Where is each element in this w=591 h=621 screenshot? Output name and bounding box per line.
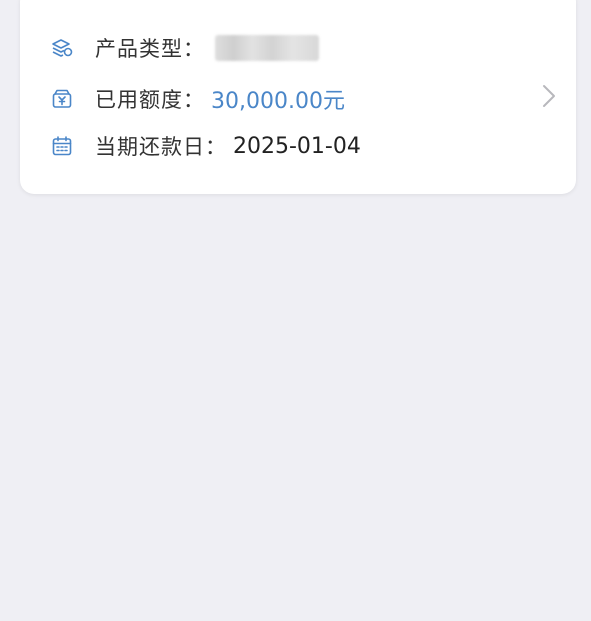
product-type-row: 产品类型：	[51, 31, 319, 65]
layers-coin-icon	[51, 37, 73, 59]
chevron-right-icon[interactable]	[538, 82, 560, 110]
product-type-label: 产品类型：	[95, 37, 205, 61]
due-date-value: 2025-01-04	[233, 133, 361, 159]
used-limit-row: 已用额度： 30,000.00元	[51, 82, 345, 116]
calendar-icon	[51, 135, 73, 157]
loan-summary-card[interactable]: 产品类型： 已用额度： 30,000.00元 当期还款日： 2025-01-04	[20, 0, 576, 194]
due-date-label: 当期还款日：	[95, 135, 227, 159]
yen-box-icon	[51, 88, 73, 110]
product-type-value-redacted	[215, 35, 319, 61]
used-limit-label: 已用额度：	[95, 88, 205, 112]
used-limit-value: 30,000.00元	[211, 89, 345, 114]
due-date-row: 当期还款日： 2025-01-04	[51, 129, 361, 163]
